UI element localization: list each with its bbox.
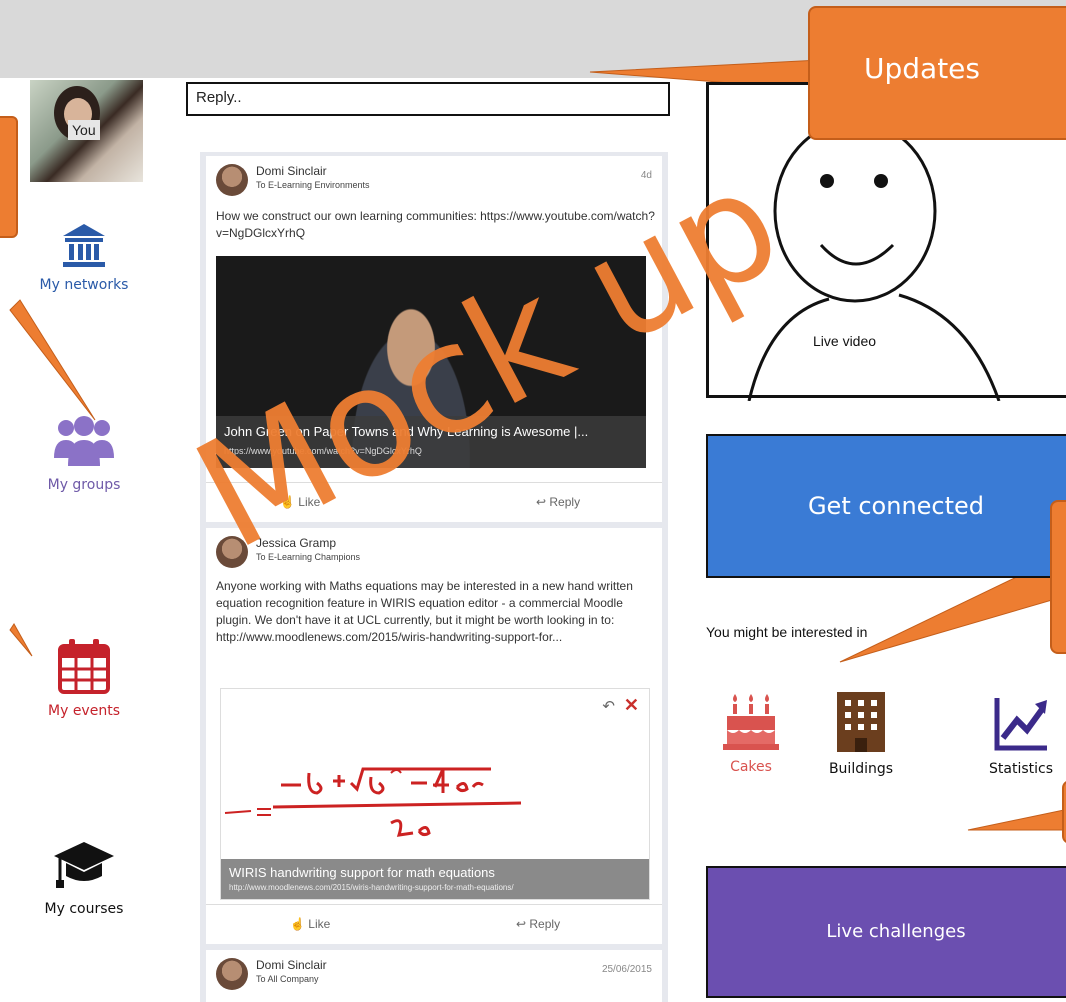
nav-my-courses[interactable]: My courses: [14, 838, 154, 917]
live-video-label: Live video: [813, 333, 877, 349]
reply-button[interactable]: ↩ Reply: [516, 917, 560, 931]
link-title[interactable]: WIRIS handwriting support for math equat…: [229, 865, 495, 880]
video-url[interactable]: https://www.youtube.com/watch?v=NgDGlcxY…: [224, 446, 422, 456]
interest-cakes[interactable]: Cakes: [706, 690, 796, 775]
interests-heading: You might be interested in: [706, 624, 868, 640]
video-preview[interactable]: John Green on Paper Towns and Why Learni…: [216, 256, 646, 468]
feed-post: Domi Sinclair To E-Learning Environments…: [206, 156, 662, 522]
post-text: Anyone working with Maths equations may …: [216, 579, 633, 644]
groups-callout-pointer: [9, 299, 96, 421]
like-button[interactable]: ☝ Like: [280, 495, 320, 509]
avatar-label: You: [68, 120, 100, 140]
handwritten-equation-image: [224, 767, 522, 837]
challenges-callout: [1062, 780, 1066, 844]
updates-callout: Updates: [808, 6, 1066, 140]
live-challenges-button[interactable]: Live challenges: [706, 866, 1066, 998]
feed-post: Jessica Gramp To E-Learning Champions An…: [206, 528, 662, 944]
nav-my-groups[interactable]: My groups: [14, 414, 154, 493]
interest-label: Cakes: [730, 759, 772, 775]
reply-input[interactable]: Reply..: [186, 82, 670, 116]
news-feed[interactable]: Domi Sinclair To E-Learning Environments…: [200, 152, 668, 1002]
video-title[interactable]: John Green on Paper Towns and Why Learni…: [224, 424, 588, 439]
nav-label: My groups: [47, 477, 121, 493]
chart-line-icon: [994, 698, 1047, 751]
link-caption: WIRIS handwriting support for math equat…: [221, 859, 649, 899]
post-actions: ☝ Like ↩ Reply: [206, 904, 662, 945]
post-time: 25/06/2015: [601, 964, 652, 975]
post-author[interactable]: Domi Sinclair: [256, 164, 327, 178]
post-text: How we construct our own learning commun…: [216, 209, 655, 240]
calendar-icon: [58, 639, 110, 694]
graduation-cap-icon: [54, 842, 114, 888]
interest-statistics[interactable]: Statistics: [976, 690, 1066, 777]
nav-my-events[interactable]: My events: [14, 638, 154, 719]
nav-my-networks[interactable]: My networks: [14, 222, 154, 293]
updates-callout-text: Updates: [864, 52, 980, 85]
author-avatar[interactable]: [216, 536, 248, 568]
group-icon: [54, 416, 114, 466]
interest-buildings[interactable]: Buildings: [816, 690, 906, 777]
post-author[interactable]: Jessica Gramp: [256, 536, 336, 550]
bank-icon: [63, 224, 105, 267]
like-button[interactable]: ☝ Like: [290, 917, 330, 931]
post-audience[interactable]: To E-Learning Environments: [256, 180, 370, 190]
interest-label: Statistics: [989, 761, 1053, 777]
challenges-callout-pointer: [967, 809, 1065, 831]
nav-label: My courses: [44, 901, 124, 917]
cake-icon: [723, 694, 779, 750]
post-author[interactable]: Domi Sinclair: [256, 958, 327, 972]
post-actions: ☝ Like ↩ Reply: [206, 482, 662, 523]
post-audience[interactable]: To All Company: [256, 974, 319, 984]
post-time: 4d: [640, 170, 652, 181]
author-avatar[interactable]: [216, 958, 248, 990]
building-icon: [837, 692, 885, 752]
nav-label: My networks: [39, 277, 129, 293]
link-url[interactable]: http://www.moodlenews.com/2015/wiris-han…: [229, 883, 514, 892]
interests-callout: [1050, 500, 1066, 654]
nav-label: My events: [48, 703, 120, 719]
link-preview-card[interactable]: ↶ ✕ WIRIS handwriting support for math e…: [220, 688, 650, 900]
author-avatar[interactable]: [216, 164, 248, 196]
interest-label: Buildings: [828, 761, 894, 777]
reply-button[interactable]: ↩ Reply: [536, 495, 580, 509]
user-avatar[interactable]: You: [30, 80, 143, 182]
feed-post: Domi Sinclair To All Company 25/06/2015: [206, 950, 662, 1002]
get-connected-button[interactable]: Get connected: [706, 434, 1066, 578]
video-caption: John Green on Paper Towns and Why Learni…: [216, 416, 646, 468]
post-audience[interactable]: To E-Learning Champions: [256, 552, 360, 562]
